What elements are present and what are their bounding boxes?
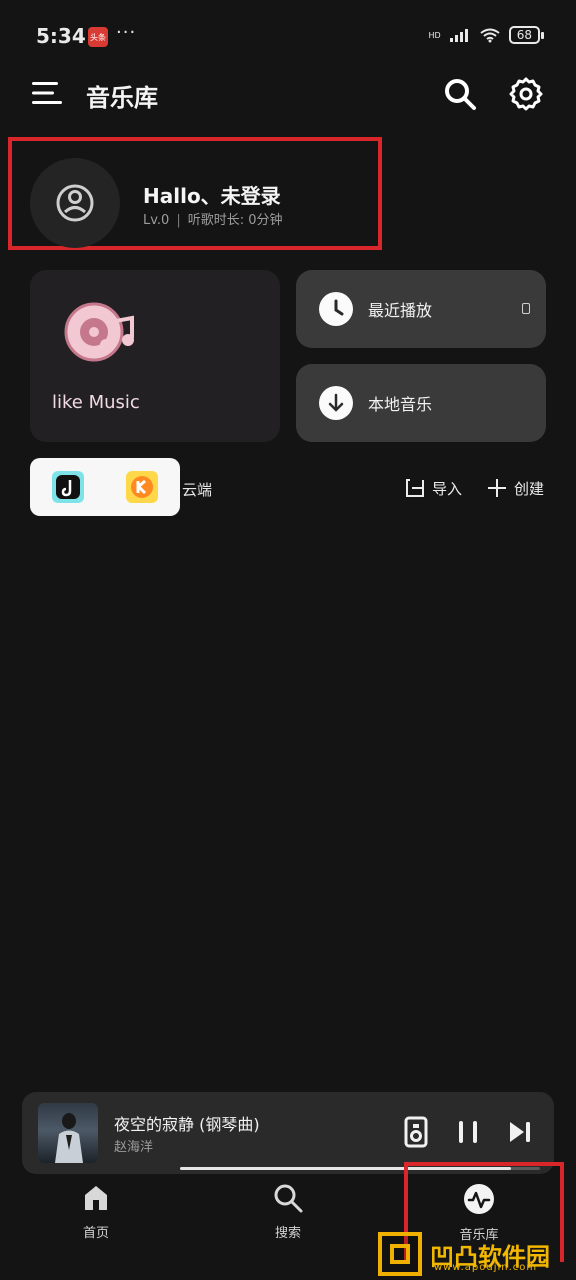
pause-button[interactable] — [452, 1116, 484, 1148]
create-button[interactable]: 创建 — [486, 475, 544, 501]
recent-played-label: 最近播放 — [368, 301, 433, 320]
local-music-button[interactable]: 本地音乐 — [296, 364, 546, 442]
search-icon — [445, 79, 476, 110]
music-disc-icon — [62, 300, 138, 372]
app-switch-popup[interactable] — [30, 458, 180, 516]
download-icon — [319, 386, 353, 420]
import-icon — [406, 479, 424, 497]
page-title: 音乐库 — [86, 84, 158, 112]
menu-icon — [32, 82, 62, 104]
song-artist: 赵海洋 — [114, 1140, 154, 1155]
home-icon — [85, 1186, 107, 1210]
next-button[interactable] — [504, 1116, 536, 1148]
cloud-label[interactable]: 云端 — [182, 479, 212, 500]
status-time: 5:34 — [36, 24, 86, 48]
user-icon — [56, 184, 94, 222]
stats-separator: | — [176, 213, 181, 228]
watermark-logo-icon — [378, 1232, 422, 1276]
gear-icon — [509, 77, 543, 111]
nav-search-label: 搜索 — [274, 1226, 301, 1241]
local-music-label: 本地音乐 — [368, 395, 433, 414]
battery-icon: 68 — [508, 26, 545, 44]
menu-button[interactable] — [30, 78, 64, 108]
tiktok-icon[interactable] — [52, 471, 84, 503]
song-title: 夜空的寂静 (钢琴曲) — [114, 1115, 260, 1134]
wifi-icon — [480, 28, 500, 43]
signal-icon — [449, 29, 468, 42]
search-icon — [274, 1184, 303, 1213]
site-watermark: 凹凸软件园 www.apoujin.com — [378, 1228, 568, 1280]
create-label: 创建 — [514, 479, 545, 498]
user-stats: Lv.0 | 听歌时长: 0分钟 — [143, 209, 283, 228]
import-label: 导入 — [432, 479, 463, 498]
user-greeting[interactable]: Hallo、未登录 — [143, 180, 281, 209]
album-cover[interactable] — [38, 1103, 98, 1163]
speaker-button[interactable] — [400, 1116, 432, 1148]
pause-icon — [459, 1121, 477, 1143]
recent-count-icon — [522, 303, 530, 314]
karaoke-app-icon[interactable] — [126, 471, 158, 503]
avatar[interactable] — [30, 158, 120, 248]
app-notification-icon: 头条 — [88, 27, 108, 47]
nav-search[interactable]: 搜索 — [233, 1182, 343, 1252]
listen-time: 听歌时长: 0分钟 — [187, 213, 283, 228]
like-music-label: like Music — [52, 392, 140, 413]
more-notifications-icon: ··· — [116, 22, 137, 43]
status-right: HD 68 — [428, 26, 545, 44]
speaker-icon — [404, 1116, 428, 1148]
clock-icon — [319, 292, 353, 326]
search-button[interactable] — [442, 76, 478, 112]
skip-next-icon — [510, 1122, 530, 1142]
recent-played-button[interactable]: 最近播放 — [296, 270, 546, 348]
user-level: Lv.0 — [143, 213, 170, 228]
plus-icon — [488, 479, 506, 497]
pulse-icon — [464, 1184, 494, 1214]
settings-button[interactable] — [508, 76, 544, 112]
nav-home-label: 首页 — [82, 1226, 109, 1241]
network-indicator: HD — [428, 30, 441, 40]
nav-home[interactable]: 首页 — [41, 1182, 151, 1252]
import-button[interactable]: 导入 — [404, 475, 462, 501]
watermark-url: www.apoujin.com — [434, 1262, 538, 1273]
